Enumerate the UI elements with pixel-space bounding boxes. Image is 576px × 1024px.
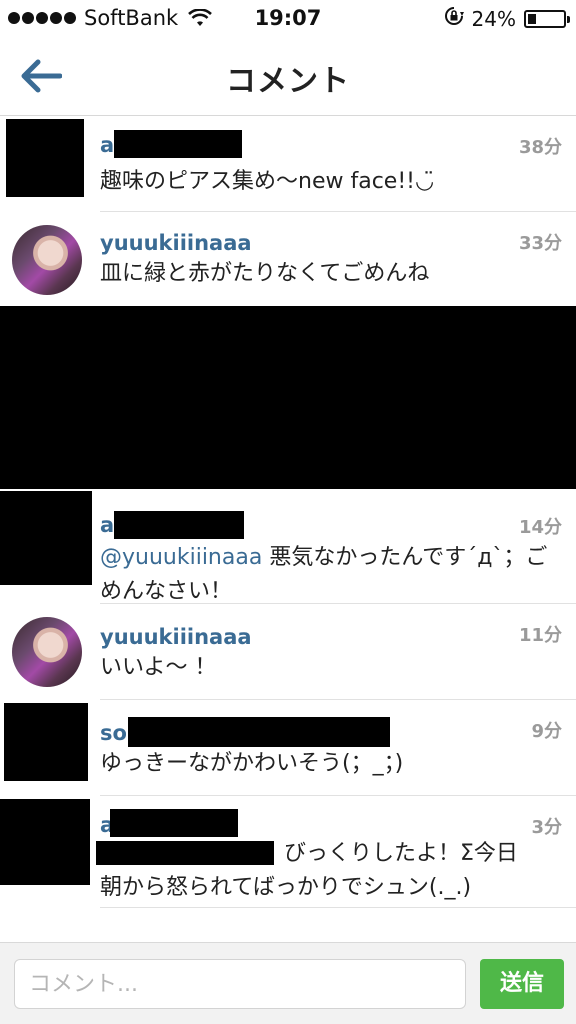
comment-text: びっくりしたよ！Σ今日	[284, 841, 518, 866]
status-bar: SoftBank 19:07 24%	[0, 0, 576, 38]
battery-fill	[528, 13, 536, 24]
avatar[interactable]	[4, 703, 88, 781]
avatar[interactable]	[12, 617, 82, 687]
comment-input-bar: 送信	[0, 942, 576, 1024]
comment-item[interactable]: a 38分 趣味のピアス集め〜new face!!◡̈	[0, 117, 576, 212]
page-title: コメント	[226, 64, 350, 99]
battery-percent: 24%	[471, 6, 516, 31]
comment-username[interactable]: yuuukiiinaaa	[100, 625, 252, 649]
row-divider	[100, 907, 576, 908]
comment-item[interactable]: so 9分 ゆっきーながかわいそう(；_；)	[0, 699, 576, 796]
comment-time: 3分	[531, 817, 562, 838]
avatar[interactable]	[12, 225, 82, 295]
comment-input[interactable]	[14, 959, 466, 1009]
rotation-lock-icon	[444, 6, 464, 31]
comment-text: いいよ〜 ！	[100, 655, 217, 680]
comment-item[interactable]: a 3分 びっくりしたよ！Σ今日 朝から怒られてばっかりでシュン(._.)	[0, 795, 576, 908]
comment-item[interactable]: a 14分 @yuuukiiinaaa 悪気なかったんです´д`；ごめんなさい！	[0, 491, 576, 604]
comment-mention[interactable]: @yuuukiiinaaa	[100, 545, 262, 570]
send-button[interactable]: 送信	[480, 959, 564, 1009]
nav-bar: コメント	[0, 38, 576, 116]
comment-text: ゆっきーながかわいそう(；_；)	[100, 751, 404, 776]
comment-time: 38分	[518, 137, 562, 158]
comment-time: 9分	[531, 721, 562, 742]
comment-username[interactable]: yuuukiiinaaa	[100, 231, 252, 255]
redaction-block	[96, 841, 274, 865]
comment-username[interactable]: a	[100, 133, 114, 157]
redaction-block	[128, 717, 390, 747]
redaction-block	[114, 130, 242, 158]
comment-text: 朝から怒られてばっかりでシュン(._.)	[100, 875, 472, 900]
avatar[interactable]	[0, 491, 92, 585]
battery-icon	[524, 9, 570, 28]
comment-time: 14分	[518, 517, 562, 538]
avatar[interactable]	[6, 119, 84, 197]
comment-username[interactable]: a	[100, 513, 114, 537]
comment-username[interactable]: so	[100, 721, 127, 745]
redaction-block	[0, 306, 576, 489]
comment-text: @yuuukiiinaaa 悪気なかったんです´д`；ごめんなさい！	[100, 541, 548, 609]
comment-text: 趣味のピアス集め〜new face!!◡̈	[100, 169, 435, 194]
redaction-block	[114, 511, 244, 539]
comment-time: 11分	[518, 625, 562, 646]
comment-item[interactable]: yuuukiiinaaa 11分 いいよ〜 ！	[0, 603, 576, 700]
status-right: 24%	[444, 6, 570, 31]
avatar[interactable]	[0, 799, 90, 885]
comment-item[interactable]: yuuukiiinaaa 33分 皿に緑と赤がたりなくてごめんね	[0, 211, 576, 305]
redaction-block	[110, 809, 238, 837]
comment-time: 33分	[518, 233, 562, 254]
comment-text: 皿に緑と赤がたりなくてごめんね	[100, 261, 430, 286]
